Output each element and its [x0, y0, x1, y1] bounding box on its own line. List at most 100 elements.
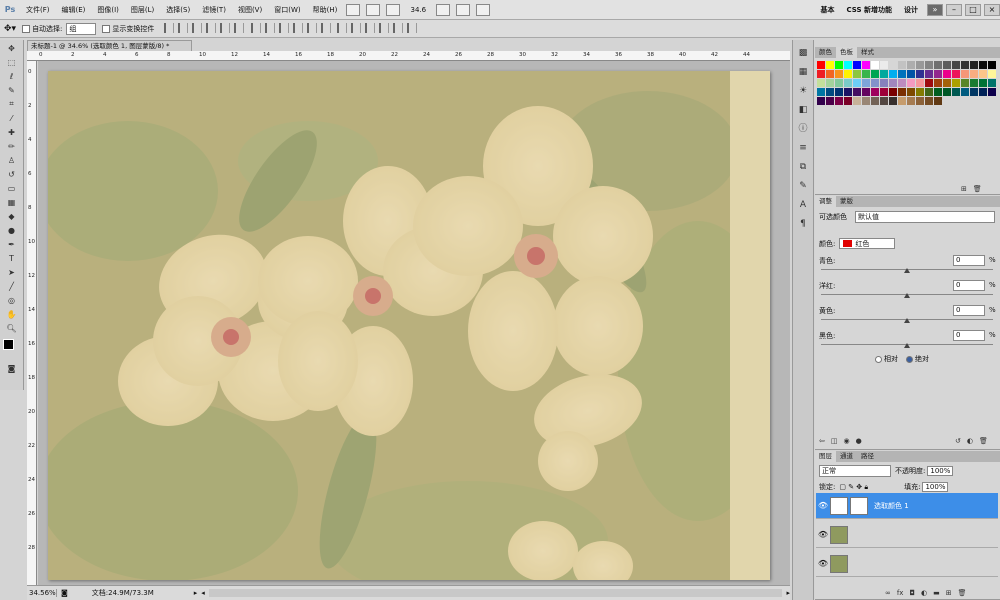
color-swatch[interactable] — [898, 88, 906, 96]
color-swatch[interactable] — [961, 61, 969, 69]
close-icon[interactable]: × — [984, 3, 1000, 16]
document-canvas[interactable] — [48, 71, 770, 580]
color-swatch[interactable] — [871, 88, 879, 96]
view-previous-icon[interactable]: ● — [856, 437, 862, 445]
hand-tool-icon[interactable] — [436, 3, 451, 16]
toggle-icon[interactable]: ◐ — [967, 437, 973, 445]
slider-thumb[interactable] — [904, 343, 910, 348]
layer-row[interactable]: 👁︎ — [816, 522, 998, 548]
slider-value-field[interactable]: 0 — [953, 255, 985, 266]
show-transform-checkbox[interactable] — [102, 24, 111, 33]
color-swatch[interactable] — [916, 88, 924, 96]
new-swatch-icon[interactable]: ⊞ — [961, 185, 967, 193]
color-swatch[interactable] — [844, 79, 852, 87]
move-tool-icon[interactable]: ✥ — [5, 42, 19, 54]
masks-panel-icon[interactable]: ◧ — [796, 104, 810, 116]
history-brush-tool-icon[interactable]: ↺ — [5, 168, 19, 180]
status-nav-icon[interactable]: ◙ — [61, 589, 68, 597]
preset-dropdown[interactable]: 默认值 — [855, 211, 995, 223]
color-swatch[interactable] — [943, 88, 951, 96]
color-swatch[interactable] — [934, 97, 942, 105]
color-dropdown[interactable]: 红色 — [839, 238, 896, 249]
color-swatch[interactable] — [862, 79, 870, 87]
color-swatch[interactable] — [871, 79, 879, 87]
color-swatch[interactable] — [817, 61, 825, 69]
color-swatches[interactable] — [2, 338, 22, 358]
color-swatch[interactable] — [925, 79, 933, 87]
color-swatch[interactable] — [934, 79, 942, 87]
color-swatch[interactable] — [916, 97, 924, 105]
color-swatch[interactable] — [952, 70, 960, 78]
color-swatch[interactable] — [934, 70, 942, 78]
color-swatch[interactable] — [826, 61, 834, 69]
color-swatch[interactable] — [970, 61, 978, 69]
color-swatch[interactable] — [835, 88, 843, 96]
auto-select-checkbox[interactable] — [22, 24, 31, 33]
color-swatch[interactable] — [916, 70, 924, 78]
color-swatch[interactable] — [835, 97, 843, 105]
status-arrow-icon[interactable]: ▸ — [194, 589, 198, 597]
color-swatch[interactable] — [889, 79, 897, 87]
opacity-field[interactable]: 100% — [927, 466, 954, 476]
slider-value-field[interactable]: 0 — [953, 330, 985, 341]
move-tool-icon[interactable]: ✥▾ — [4, 24, 16, 34]
layer-style-icon[interactable]: fx — [897, 589, 904, 597]
view-extras-icon[interactable] — [386, 3, 401, 16]
color-swatch[interactable] — [862, 97, 870, 105]
brush-panel-icon[interactable]: ✎ — [796, 180, 810, 192]
screen-mode-icon[interactable] — [476, 3, 491, 16]
layer-visibility-icon[interactable]: 👁︎ — [816, 501, 830, 510]
eraser-tool-icon[interactable]: ▭ — [5, 182, 19, 194]
color-swatch[interactable] — [988, 88, 996, 96]
delete-adjustment-icon[interactable]: 🗑︎ — [979, 437, 988, 445]
tab-swatches[interactable]: 色板 — [836, 47, 857, 58]
slider-thumb[interactable] — [904, 268, 910, 273]
color-swatch[interactable] — [916, 79, 924, 87]
color-swatch[interactable] — [880, 79, 888, 87]
visibility-icon[interactable]: ◉ — [844, 437, 850, 445]
color-swatch[interactable] — [925, 61, 933, 69]
color-swatch[interactable] — [907, 70, 915, 78]
color-swatch[interactable] — [898, 70, 906, 78]
mini-bridge-icon[interactable] — [366, 3, 381, 16]
color-swatch[interactable] — [880, 61, 888, 69]
color-swatch[interactable] — [907, 61, 915, 69]
tab-channels[interactable]: 通道 — [836, 451, 857, 462]
adjustments-panel-icon[interactable]: ☀ — [796, 85, 810, 97]
3d-rotate-tool-icon[interactable]: ◎ — [5, 294, 19, 306]
workspace-design[interactable]: 设计 — [898, 5, 924, 15]
align-icons[interactable] — [162, 22, 418, 35]
lock-icons[interactable]: ▢ ✎ ✥ 🔒︎ — [839, 483, 868, 492]
menu-image[interactable]: 图像(I) — [91, 5, 125, 15]
color-swatch[interactable] — [853, 79, 861, 87]
link-layers-icon[interactable]: ∞ — [885, 589, 891, 597]
gradient-tool-icon[interactable]: ▦ — [5, 196, 19, 208]
tab-adjustments[interactable]: 调整 — [815, 196, 836, 207]
marquee-tool-icon[interactable]: ⬚ — [5, 56, 19, 68]
color-swatch[interactable] — [835, 61, 843, 69]
color-swatch[interactable] — [934, 88, 942, 96]
menu-edit[interactable]: 编辑(E) — [56, 5, 92, 15]
zoom-tool-icon[interactable]: 🔍︎ — [5, 322, 19, 334]
tab-masks[interactable]: 蒙版 — [836, 196, 857, 207]
type-tool-icon[interactable]: T — [5, 252, 19, 264]
color-swatch[interactable] — [826, 79, 834, 87]
new-adjustment-icon[interactable]: ◐ — [921, 589, 927, 597]
color-swatch[interactable] — [898, 61, 906, 69]
color-swatch[interactable] — [979, 79, 987, 87]
return-icon[interactable]: ⇦ — [819, 437, 825, 445]
color-swatch[interactable] — [988, 79, 996, 87]
info-panel-icon[interactable]: ⓘ — [796, 123, 810, 135]
color-swatch[interactable] — [988, 70, 996, 78]
healing-tool-icon[interactable]: ✚ — [5, 126, 19, 138]
color-swatch[interactable] — [898, 79, 906, 87]
new-group-icon[interactable]: ▬ — [933, 589, 940, 597]
color-swatch[interactable] — [961, 79, 969, 87]
clone-stamp-tool-icon[interactable]: ♙ — [5, 154, 19, 166]
paragraph-panel-icon[interactable]: ¶ — [796, 218, 810, 230]
character-panel-icon[interactable]: A — [796, 199, 810, 211]
color-swatch[interactable] — [871, 61, 879, 69]
menu-filter[interactable]: 滤镜(T) — [196, 5, 232, 15]
color-swatch[interactable] — [853, 70, 861, 78]
color-swatch[interactable] — [952, 61, 960, 69]
